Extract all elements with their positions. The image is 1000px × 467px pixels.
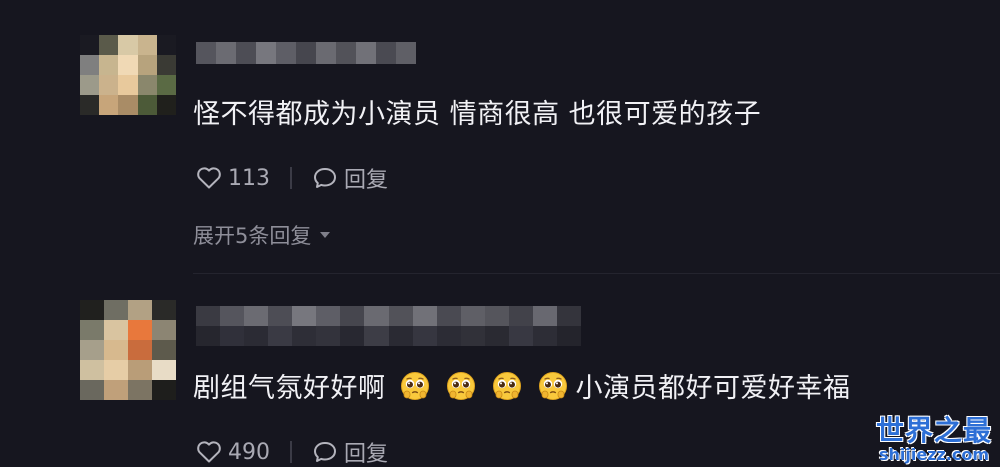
divider <box>290 167 292 189</box>
expand-replies-button[interactable]: 展开5条回复 <box>193 220 331 250</box>
caret-down-icon <box>319 231 331 239</box>
reply-button[interactable]: 回复 <box>312 162 388 194</box>
comment-text: 怪不得都成为小演员 情商很高 也很可爱的孩子 <box>193 99 762 130</box>
heart-icon <box>196 166 222 190</box>
pleading-face-emoji <box>400 371 430 401</box>
like-button[interactable]: 113 <box>196 166 270 191</box>
comment-actions: 113 回复 <box>196 162 388 194</box>
comment-actions: 490 回复 <box>196 436 388 467</box>
like-button[interactable]: 490 <box>196 440 270 465</box>
comment-text-end: 小演员都好可爱好幸福 <box>575 373 851 404</box>
watermark-url: shijiezz.com <box>878 445 990 464</box>
pleading-face-emoji <box>538 371 568 401</box>
watermark-title: 世界之最 <box>875 414 992 447</box>
like-count: 490 <box>228 439 270 465</box>
reply-label: 回复 <box>344 168 389 193</box>
comment-separator <box>193 273 1000 274</box>
like-count: 113 <box>228 165 270 191</box>
comment-list: 怪不得都成为小演员 情商很高 也很可爱的孩子 113 回复 展开5条回复 剧组气… <box>0 0 1000 467</box>
divider <box>290 441 292 463</box>
username-blurred[interactable] <box>196 42 416 64</box>
emoji-row <box>392 370 576 402</box>
username-blurred[interactable] <box>196 306 581 346</box>
comment-text: 剧组气氛好好啊 小演员都好可爱好幸福 <box>193 366 851 405</box>
avatar[interactable] <box>80 35 176 115</box>
comment-bubble-icon <box>312 166 338 190</box>
reply-button[interactable]: 回复 <box>312 436 388 467</box>
heart-icon <box>196 440 222 464</box>
reply-label: 回复 <box>344 442 389 467</box>
pleading-face-emoji <box>492 371 522 401</box>
pleading-face-emoji <box>446 371 476 401</box>
expand-replies-label: 展开5条回复 <box>193 224 312 248</box>
watermark-logo: 世界之最 shijiezz.com <box>876 417 992 463</box>
avatar[interactable] <box>80 300 176 400</box>
comment-text-start: 剧组气氛好好啊 <box>193 373 386 404</box>
comment-bubble-icon <box>312 440 338 464</box>
